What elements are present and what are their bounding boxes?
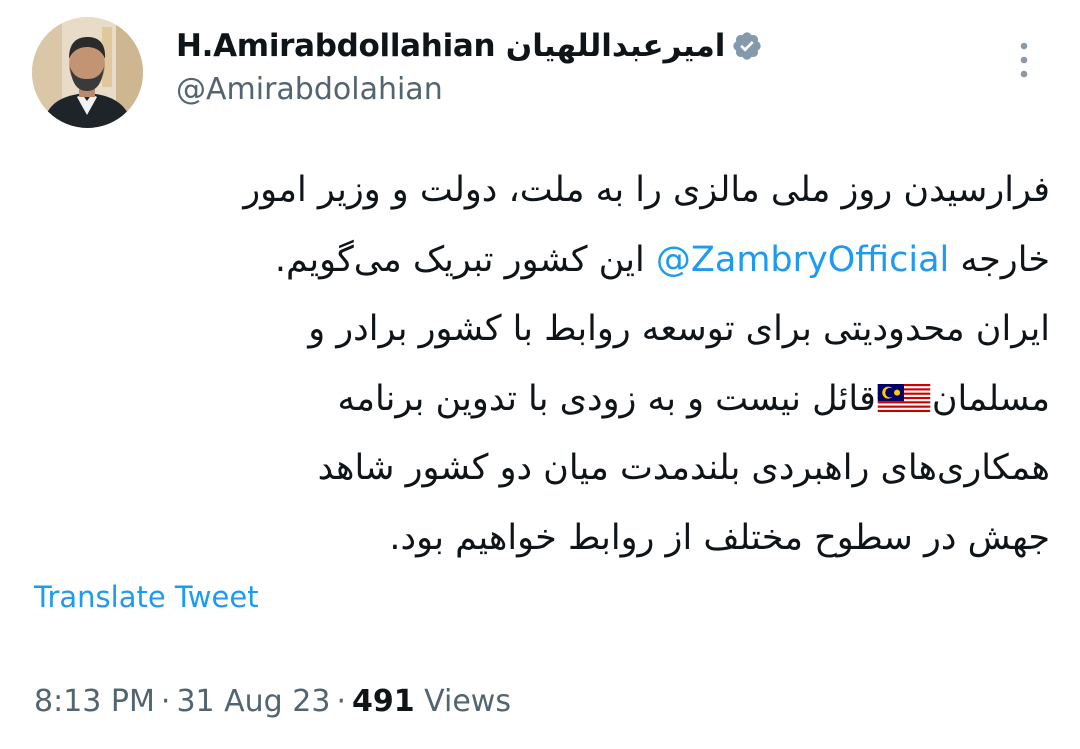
tweet-line-6: جهش در سطوح مختلف از روابط خواهیم بود. xyxy=(389,517,1050,558)
verified-badge-icon xyxy=(731,30,763,62)
tweet-line-4-start: مسلمان xyxy=(931,378,1050,419)
tweet: H.Amirabdollahian امیرعبداللهیان @Amirab… xyxy=(0,0,1080,749)
tweet-time[interactable]: 8:13 PM xyxy=(34,684,155,719)
tweet-line-4: مسلمان قائل نیست و به زودی با تدوین برنا… xyxy=(30,365,1050,435)
more-options-button[interactable] xyxy=(1004,40,1044,84)
tweet-line-5: همکاری‌های راهبردی بلندمدت میان دو کشور … xyxy=(317,448,1050,488)
tweet-line-2-start: خارجه xyxy=(949,239,1050,280)
mention-link[interactable]: @ZambryOfficial xyxy=(656,240,949,280)
tweet-date[interactable]: 31 Aug 23 xyxy=(176,684,330,719)
translate-tweet-link[interactable]: Translate Tweet xyxy=(34,580,259,614)
tweet-meta: 8:13 PM · 31 Aug 23 · 491 Views xyxy=(34,684,511,719)
tweet-text: فرارسیدن روز ملی مالزی را به ملت، دولت و… xyxy=(30,156,1050,573)
meta-separator: · xyxy=(336,684,346,719)
author-name-row[interactable]: H.Amirabdollahian امیرعبداللهیان xyxy=(176,26,763,66)
tweet-line-2-end: این کشور تبریک می‌گویم. xyxy=(274,239,656,280)
views-label: Views xyxy=(424,684,511,719)
author-display-name[interactable]: H.Amirabdollahian امیرعبداللهیان xyxy=(176,28,726,64)
tweet-line-4-end: قائل نیست و به زودی با تدوین برنامه xyxy=(337,378,876,419)
tweet-line-1: فرارسیدن روز ملی مالزی را به ملت، دولت و… xyxy=(243,170,1050,210)
avatar[interactable] xyxy=(32,17,143,128)
malaysia-flag-icon xyxy=(877,369,931,414)
tweet-line-2: خارجه @ZambryOfficial این کشور تبریک می‌… xyxy=(30,226,1050,296)
tweet-line-3: ایران محدودیتی برای توسعه روابط با کشور … xyxy=(308,309,1050,349)
author-handle[interactable]: @Amirabdolahian xyxy=(176,72,443,107)
more-vertical-icon xyxy=(1017,40,1031,84)
meta-separator: · xyxy=(160,684,171,719)
views-count: 491 xyxy=(351,684,415,719)
